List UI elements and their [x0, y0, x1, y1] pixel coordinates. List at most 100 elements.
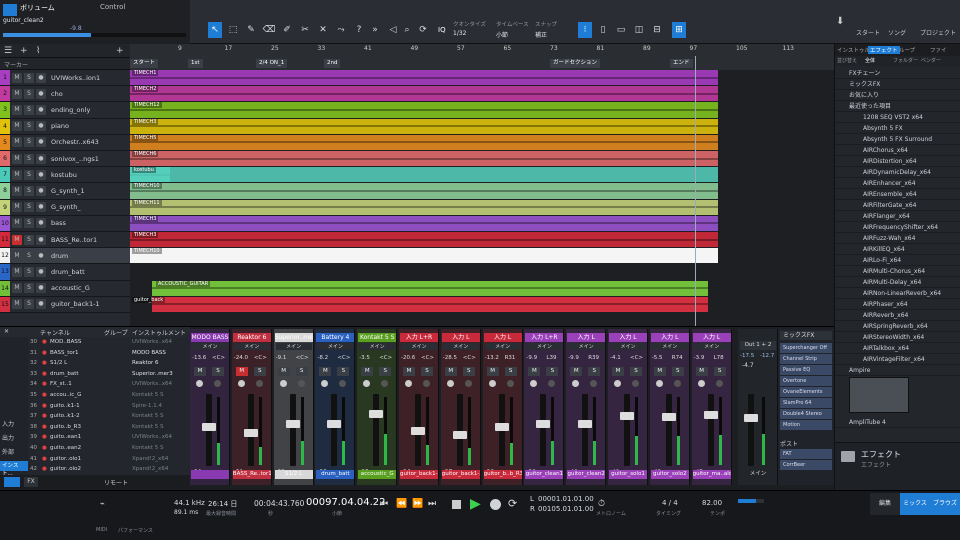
- solo-button[interactable]: S: [24, 137, 34, 148]
- record-arm-button[interactable]: ●: [36, 104, 46, 115]
- external-nav[interactable]: 外部: [2, 447, 14, 456]
- effect-item[interactable]: AIRMulti-Chorus_x64: [835, 266, 960, 277]
- track-lane[interactable]: [130, 70, 718, 86]
- record-icon[interactable]: [405, 380, 412, 387]
- effect-item[interactable]: AIREnhancer_x64: [835, 178, 960, 189]
- fader-cap[interactable]: [285, 419, 300, 428]
- record-arm-button[interactable]: ●: [36, 72, 46, 83]
- record-icon[interactable]: [697, 380, 705, 387]
- channel-pan[interactable]: R39: [588, 355, 599, 361]
- marker-flag[interactable]: 2/4 ON_1: [256, 59, 288, 68]
- record-icon[interactable]: [490, 499, 501, 510]
- fader-cap[interactable]: [494, 422, 509, 431]
- effect-item[interactable]: AIRVintageFilter_x64: [835, 354, 960, 365]
- effect-item[interactable]: AIRKillEQ_x64: [835, 244, 960, 255]
- link-icon[interactable]: ▭: [614, 22, 628, 38]
- inspector-icon[interactable]: ⊞: [672, 22, 686, 38]
- channel-input[interactable]: MODO BASS: [191, 333, 229, 342]
- monitor-icon[interactable]: [214, 380, 221, 387]
- fader-cap[interactable]: [327, 419, 342, 428]
- effect-item[interactable]: Absynth 5 FX: [835, 123, 960, 134]
- arrow-tool-icon[interactable]: ↖: [208, 22, 222, 38]
- mixer-list-row[interactable]: 39 ● guito..ean1: [28, 432, 130, 442]
- record-icon[interactable]: [321, 380, 329, 387]
- effect-item[interactable]: AIRPhaser_x64: [835, 299, 960, 310]
- drum-lane[interactable]: [130, 248, 718, 264]
- mute-button[interactable]: M: [12, 88, 22, 99]
- record-icon[interactable]: [279, 380, 287, 387]
- track-row[interactable]: 5 M S ● Orchestr..x643: [0, 134, 130, 151]
- solo-button[interactable]: S: [24, 267, 34, 278]
- marker-flag[interactable]: 1st: [188, 59, 203, 68]
- solo-button[interactable]: S: [24, 234, 34, 245]
- solo-button[interactable]: S: [24, 104, 34, 115]
- channel-pan[interactable]: <C>: [212, 355, 225, 361]
- channel-mute-button[interactable]: M: [528, 367, 541, 376]
- mixfx-label[interactable]: ミックスFX: [780, 331, 832, 340]
- record-arm-button[interactable]: ●: [36, 88, 46, 99]
- channel-output[interactable]: メイン: [233, 343, 270, 350]
- channel-fader[interactable]: [411, 394, 425, 466]
- track-row[interactable]: 3 M S ● ending_only: [0, 102, 130, 119]
- marker-flag[interactable]: エンド: [670, 59, 693, 68]
- track-row[interactable]: 9 M S ● G_synth_: [0, 199, 130, 216]
- fader-cap[interactable]: [243, 429, 258, 438]
- inputs-nav[interactable]: 入力: [2, 419, 14, 428]
- record-icon[interactable]: [237, 380, 245, 387]
- record-icon[interactable]: [196, 380, 203, 387]
- channel-solo-button[interactable]: S: [713, 367, 726, 376]
- solo-button[interactable]: S: [24, 186, 34, 196]
- solo-button[interactable]: S: [24, 283, 34, 294]
- mixer-list-row[interactable]: 31 ● BASS_tor1: [28, 348, 130, 358]
- marker-flag[interactable]: ガードセクション: [550, 59, 601, 68]
- track-name[interactable]: ending_only: [51, 106, 107, 114]
- time-display[interactable]: 00:04:43.760: [254, 499, 304, 508]
- mixer-list-row[interactable]: 40 ● guito..ean2: [28, 443, 130, 453]
- mixfx-item[interactable]: Motion: [780, 420, 832, 430]
- channel-fader[interactable]: [578, 394, 593, 466]
- snap-toggle-icon[interactable]: ⁝: [578, 22, 592, 38]
- mixer-list-row[interactable]: 34 ● FX_st..1: [28, 379, 130, 389]
- channel-pan[interactable]: <C>: [254, 355, 267, 361]
- track-lane[interactable]: [152, 296, 708, 313]
- effect-item[interactable]: AIRDistortion_x64: [835, 156, 960, 167]
- paint-tool-icon[interactable]: ✐: [280, 22, 294, 38]
- instrument-item[interactable]: Kontakt 5 S: [132, 422, 164, 432]
- fader-cap[interactable]: [369, 410, 384, 418]
- instrument-nav[interactable]: インスト...: [0, 461, 28, 477]
- split-tool-icon[interactable]: ✂: [298, 22, 312, 38]
- mute-button[interactable]: M: [12, 234, 22, 245]
- quantize-select[interactable]: 1/32: [453, 30, 466, 37]
- record-arm-button[interactable]: ●: [36, 267, 46, 278]
- track-name[interactable]: kostubu: [51, 171, 107, 179]
- volume-slider[interactable]: [3, 33, 186, 37]
- forward-icon[interactable]: ⏩: [412, 499, 423, 509]
- channel-mute-button[interactable]: M: [235, 367, 248, 376]
- channel-input[interactable]: Superior..mer3: [274, 333, 313, 342]
- effect-item[interactable]: AIRFuzz-Wah_x64: [835, 233, 960, 244]
- range-tool-icon[interactable]: ⬚: [226, 22, 240, 38]
- channel-output[interactable]: メイン: [317, 343, 354, 350]
- channel-solo-button[interactable]: S: [671, 367, 684, 376]
- add-track-icon[interactable]: +: [20, 46, 28, 56]
- fader-cap[interactable]: [202, 422, 216, 431]
- monitor-icon[interactable]: [715, 380, 723, 387]
- fader-cap[interactable]: [578, 419, 593, 428]
- channel-pan[interactable]: L78: [714, 355, 724, 361]
- record-arm-button[interactable]: ●: [36, 218, 46, 229]
- pencil-tool-icon[interactable]: ✎: [244, 22, 258, 38]
- channel-mute-button[interactable]: M: [277, 367, 290, 376]
- tempo-value[interactable]: 82.00: [702, 499, 722, 507]
- track-row[interactable]: 4 M S ● piano: [0, 118, 130, 135]
- remote-label[interactable]: リモート: [104, 478, 128, 487]
- fader-cap[interactable]: [620, 411, 634, 420]
- track-lane[interactable]: [130, 199, 718, 215]
- track-row[interactable]: 6 M S ● sonivox_..ngs1: [0, 151, 130, 168]
- solo-button[interactable]: S: [24, 218, 34, 229]
- channel-mute-button[interactable]: M: [194, 367, 206, 376]
- channel-mute-button[interactable]: M: [486, 367, 499, 376]
- monitor-icon[interactable]: [339, 380, 347, 387]
- channel-mute-button[interactable]: M: [695, 367, 708, 376]
- channel-mute-button[interactable]: M: [653, 367, 666, 376]
- channel-output[interactable]: メイン: [275, 343, 312, 350]
